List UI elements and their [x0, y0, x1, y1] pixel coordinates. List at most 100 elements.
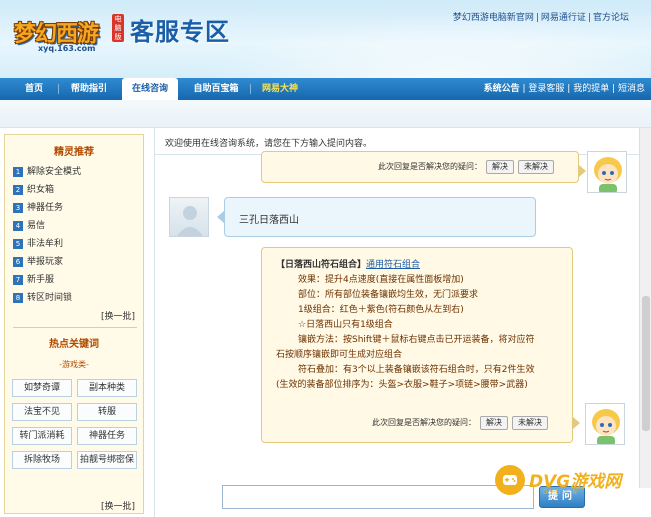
top-link-forum[interactable]: 官方论坛: [593, 13, 629, 23]
keyword-button[interactable]: 如梦奇谭: [12, 379, 72, 397]
feedback-row: 此次回复是否解决您的疑问： 解决 未解决: [378, 160, 554, 174]
sidebar-item-label: 易信: [27, 221, 46, 231]
hot-keywords-category: -游戏类-: [59, 360, 89, 369]
top-links: 梦幻西游电脑新官网 | 网易通行证 | 官方论坛: [452, 13, 629, 23]
sidebar-item-label: 织女箱: [27, 185, 55, 195]
answer-line: 部位：所有部位装备镶嵌均生效，无门派要求: [298, 290, 479, 300]
sub-header-strip: [0, 100, 651, 128]
chat-scrollbar[interactable]: [639, 128, 651, 488]
item-number: 7: [13, 274, 23, 285]
question-input[interactable]: [222, 485, 534, 509]
nav-self-service[interactable]: 自助百宝箱: [186, 78, 246, 100]
nav-my-tickets[interactable]: 我的提单: [573, 84, 609, 94]
sidebar-item[interactable]: 5 非法牟利: [13, 235, 141, 253]
chat-history: 此次回复是否解决您的疑问： 解决 未解决 三孔日落西山 【日落西山符石组合】通用…: [155, 151, 651, 488]
user-silhouette-icon: [177, 206, 203, 236]
sidebar-item[interactable]: 1 解除安全模式: [13, 163, 141, 181]
keyword-button[interactable]: 副本种类: [77, 379, 137, 397]
unsolved-button[interactable]: 未解决: [512, 416, 548, 430]
npc-avatar: [587, 151, 627, 193]
sidebar-item[interactable]: 6 举报玩家: [13, 253, 141, 271]
welcome-text: 欢迎使用在线咨询系统，请您在下方输入提问内容。: [165, 139, 373, 149]
user-message-text: 三孔日落西山: [239, 215, 299, 226]
top-link-official-site[interactable]: 梦幻西游电脑新官网: [453, 13, 534, 23]
sidebar-item[interactable]: 7 新手服: [13, 271, 141, 289]
feedback-row: 此次回复是否解决您的疑问： 解决 未解决: [372, 416, 548, 430]
item-number: 4: [13, 220, 23, 231]
bubble-tail: [217, 211, 224, 223]
answer-line: ☆日落西山只有1级组合: [298, 320, 393, 330]
user-message-bubble: 三孔日落西山: [224, 197, 536, 237]
sidebar-item[interactable]: 4 易信: [13, 217, 141, 235]
sidebar-item-label: 非法牟利: [27, 239, 64, 249]
nav-announcement[interactable]: 系统公告: [484, 84, 520, 94]
answer-line: 符石叠加：有3个以上装备镶嵌该符石组合时，只有2件生效: [298, 365, 535, 375]
nav-login[interactable]: 登录客服: [528, 84, 564, 94]
answer-line: (生效的装备部位排序为：头盔>衣服>鞋子>项链>腰带>武器): [276, 380, 528, 390]
answer-line: 石按顺序镶嵌即可生成对应组合: [276, 350, 403, 360]
sidebar-item[interactable]: 2 织女箱: [13, 181, 141, 199]
sidebar-title: 精灵推荐: [54, 147, 94, 158]
sidebar-item-label: 解除安全模式: [27, 167, 82, 177]
refresh-link[interactable]: [换一批]: [101, 499, 135, 512]
npc-avatar: [585, 403, 625, 445]
system-answer-bubble: 【日落西山符石组合】通用符石组合 效果：提升4点速度(直接在属性面板增加) 部位…: [261, 247, 573, 443]
solved-button[interactable]: 解决: [486, 160, 514, 174]
bubble-tail: [573, 417, 580, 429]
nav-netease-dashen[interactable]: 网易大神: [256, 78, 304, 100]
sidebar-item-label: 举报玩家: [27, 257, 64, 267]
game-logo[interactable]: 梦幻西游 电脑版 xyq.163.com: [6, 4, 124, 53]
nav-right-links: 系统公告 | 登录客服 | 我的提单 | 短消息: [483, 84, 645, 94]
npc-avatar-icon: [594, 157, 622, 192]
nav-online-consult[interactable]: 在线咨询: [122, 78, 178, 102]
answer-line: 1级组合：红色＋紫色(符石颜色从左到右): [298, 305, 464, 315]
nav-help[interactable]: 帮助指引: [64, 78, 114, 100]
nav-home[interactable]: 首页: [14, 78, 54, 100]
item-number: 6: [13, 256, 23, 267]
bubble-tail: [579, 165, 586, 177]
watermark-subtext: DVG.CN: [543, 489, 579, 496]
gamepad-icon: [495, 465, 525, 495]
sidebar-item[interactable]: 8 转区时间锁: [13, 289, 141, 307]
chat-main: 欢迎使用在线咨询系统，请您在下方输入提问内容。 此次回复是否解决您的疑问： 解决未…: [154, 128, 651, 517]
answer-link[interactable]: 通用符石组合: [366, 260, 420, 270]
npc-avatar-icon: [592, 409, 620, 444]
item-number: 3: [13, 202, 23, 213]
keyword-button[interactable]: 转服: [77, 403, 137, 421]
keyword-button[interactable]: 拍靓号绑密保: [77, 451, 137, 469]
logo-badge: 电脑版: [112, 14, 124, 42]
scrollbar-thumb[interactable]: [642, 296, 650, 431]
answer-content: 【日落西山符石组合】通用符石组合 效果：提升4点速度(直接在属性面板增加) 部位…: [276, 258, 566, 393]
answer-title: 【日落西山符石组合】: [276, 260, 367, 270]
system-reply-bubble: 此次回复是否解决您的疑问： 解决 未解决: [261, 151, 579, 183]
item-number: 2: [13, 184, 23, 195]
nav-messages[interactable]: 短消息: [618, 84, 645, 94]
sidebar-item-label: 新手服: [27, 275, 55, 285]
feedback-question: 此次回复是否解决您的疑问：: [378, 162, 482, 171]
solved-button[interactable]: 解决: [480, 416, 508, 430]
nav-separator: [58, 84, 59, 94]
main-nav: 首页 帮助指引 在线咨询 自助百宝箱 网易大神 系统公告 | 登录客服 | 我的…: [0, 78, 651, 102]
divider: [13, 327, 137, 328]
user-avatar: [169, 197, 209, 237]
keyword-button[interactable]: 神器任务: [77, 427, 137, 445]
keyword-button[interactable]: 转门派消耗: [12, 427, 72, 445]
sidebar-item-label: 转区时间锁: [27, 293, 73, 303]
item-number: 1: [13, 166, 23, 177]
item-number: 5: [13, 238, 23, 249]
unsolved-button[interactable]: 未解决: [518, 160, 554, 174]
feedback-question: 此次回复是否解决您的疑问：: [372, 418, 476, 427]
answer-line: 镶嵌方法：按Shift键＋鼠标右键点击已开运装备，将对应符: [298, 335, 535, 345]
sidebar-item[interactable]: 3 神器任务: [13, 199, 141, 217]
watermark: DVG游戏网 DVG.CN: [495, 465, 645, 511]
nav-separator: [250, 84, 251, 94]
sidebar-item-label: 神器任务: [27, 203, 64, 213]
site-header: 梦幻西游 电脑版 xyq.163.com 客服专区 梦幻西游电脑新官网 | 网易通行…: [0, 0, 651, 78]
refresh-link[interactable]: [换一批]: [101, 309, 135, 322]
keyword-button[interactable]: 拆除牧场: [12, 451, 72, 469]
item-number: 8: [13, 292, 23, 303]
keyword-button[interactable]: 法宝不见: [12, 403, 72, 421]
top-link-passport[interactable]: 网易通行证: [541, 13, 586, 23]
answer-line: 效果：提升4点速度(直接在属性面板增加): [298, 275, 464, 285]
hot-keywords-title: 热点关键词: [49, 339, 99, 350]
